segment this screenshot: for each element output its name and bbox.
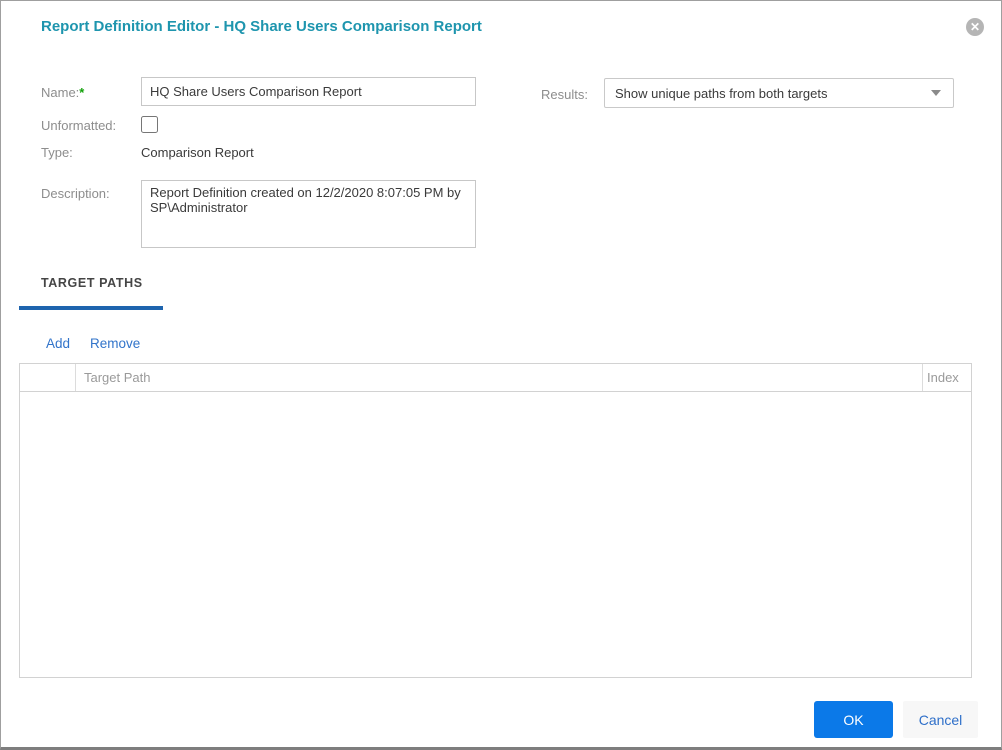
unformatted-checkbox[interactable]	[141, 116, 158, 133]
type-value: Comparison Report	[141, 145, 254, 160]
table-header-select-column	[20, 364, 76, 391]
description-label: Description:	[41, 186, 110, 201]
results-label: Results:	[541, 87, 588, 102]
close-icon[interactable]: ✕	[966, 18, 984, 36]
unformatted-label: Unformatted:	[41, 118, 117, 133]
report-definition-editor-dialog: Report Definition Editor - HQ Share User…	[0, 0, 1002, 750]
tab-active-underline	[19, 306, 163, 310]
table-header-index: Index	[922, 364, 971, 391]
chevron-down-icon	[931, 90, 941, 96]
type-label: Type:	[41, 145, 73, 160]
table-header-row: Target Path Index	[20, 364, 971, 392]
add-link[interactable]: Add	[46, 336, 70, 351]
remove-link[interactable]: Remove	[90, 336, 140, 351]
name-input[interactable]	[141, 77, 476, 106]
ok-button[interactable]: OK	[814, 701, 893, 738]
name-label: Name:*	[41, 85, 85, 100]
required-marker: *	[79, 85, 85, 100]
target-paths-table: Target Path Index	[19, 363, 972, 678]
dialog-title: Report Definition Editor - HQ Share User…	[41, 18, 482, 35]
results-dropdown[interactable]: Show unique paths from both targets	[604, 78, 954, 108]
results-dropdown-value: Show unique paths from both targets	[615, 85, 828, 101]
table-header-target-path: Target Path	[84, 370, 151, 385]
table-body-empty	[20, 392, 971, 678]
tab-target-paths[interactable]: TARGET PATHS	[41, 276, 143, 290]
cancel-button[interactable]: Cancel	[903, 701, 978, 738]
description-textarea[interactable]: Report Definition created on 12/2/2020 8…	[141, 180, 476, 248]
